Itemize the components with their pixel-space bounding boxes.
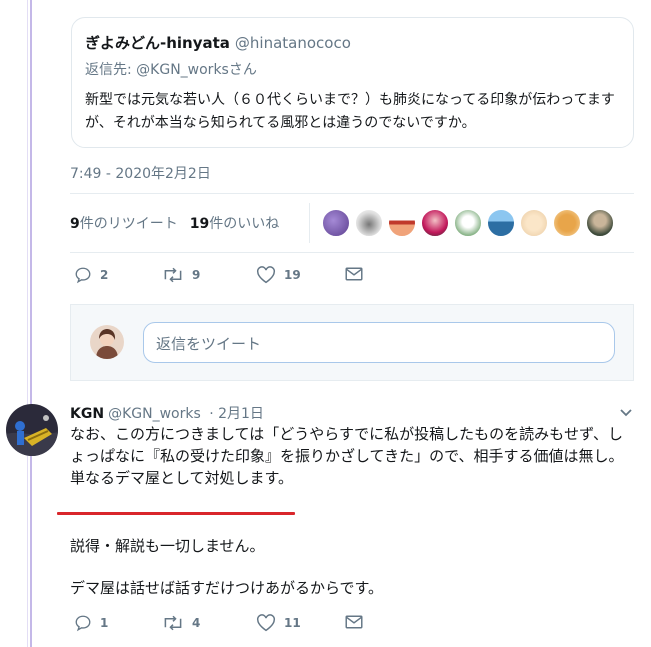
reply-icon — [75, 267, 91, 284]
retweet-stat-link[interactable]: 9件のリツイート — [70, 216, 178, 232]
reply-date[interactable]: · 2月1日 — [209, 406, 264, 422]
reply-text-paragraph: 説得・解説も一切しません。 — [70, 537, 265, 555]
retweet-stat-label: 件のリツイート — [79, 216, 178, 232]
red-underline-annotation — [57, 512, 295, 515]
like-action[interactable]: 11 — [256, 614, 301, 632]
liker-avatar[interactable] — [421, 209, 449, 237]
reply-text-paragraph: デマ屋は話せば話すだけつけあがるからです。 — [70, 579, 384, 597]
reply-text-line: なお、この方につきましては「どうやらすでに私が投稿したものを読みもせず、しょっぱ… — [70, 425, 624, 465]
envelope-icon — [345, 267, 363, 281]
reply-icon — [75, 615, 91, 632]
liker-avatar[interactable] — [520, 209, 548, 237]
reply-count: 1 — [100, 616, 109, 630]
liker-avatar[interactable] — [454, 209, 482, 237]
reply-action[interactable]: 2 — [74, 266, 108, 284]
liker-avatar[interactable] — [388, 209, 416, 237]
heart-icon — [257, 266, 275, 284]
reply-handle[interactable]: @KGN_works — [108, 406, 201, 422]
thread-line-outer — [27, 0, 28, 647]
thread-line — [30, 0, 32, 647]
chevron-down-icon[interactable] — [619, 405, 633, 419]
retweet-count: 4 — [192, 616, 201, 630]
like-stat-label: 件のいいね — [209, 216, 280, 232]
tweet-timestamp[interactable]: 7:49 - 2020年2月2日 — [70, 163, 211, 183]
reply-author-avatar[interactable] — [6, 404, 58, 456]
reply-action[interactable]: 1 — [74, 614, 108, 632]
retweet-action[interactable]: 9 — [162, 266, 200, 284]
reply-display-name[interactable]: KGN — [70, 406, 104, 422]
quoted-display-name: ぎよみどん-hinyata — [85, 34, 230, 52]
like-stat-link[interactable]: 19件のいいね — [190, 216, 279, 232]
reply-input[interactable]: 返信をツイート — [143, 322, 615, 363]
retweet-icon — [164, 615, 182, 631]
retweet-action[interactable]: 4 — [162, 614, 200, 632]
retweet-count: 9 — [192, 268, 201, 282]
reply-tweet-text: なお、この方につきましては「どうやらすでに私が投稿したものを読みもせず、しょっぱ… — [70, 423, 638, 489]
like-count: 19 — [284, 268, 301, 282]
quoted-tweet-card[interactable]: ぎよみどん-hinyata @hinatanococo 返信先: @KGN_wor… — [71, 17, 634, 148]
reply-composer: 返信をツイート — [70, 304, 634, 381]
dm-action[interactable] — [345, 266, 363, 282]
envelope-icon — [345, 615, 363, 629]
quoted-tweet-author: ぎよみどん-hinyata @hinatanococo — [85, 32, 351, 53]
like-count: 11 — [284, 616, 301, 630]
reply-input-placeholder: 返信をツイート — [156, 335, 262, 353]
liker-avatar[interactable] — [586, 209, 614, 237]
heart-icon — [257, 614, 275, 632]
engagement-stats: 9件のリツイート 19件のいいね — [70, 213, 279, 233]
current-user-avatar — [90, 325, 124, 359]
retweet-stat-count: 9 — [70, 216, 80, 232]
quoted-handle: @hinatanococo — [234, 34, 351, 52]
divider — [70, 252, 634, 253]
liker-avatar[interactable] — [355, 209, 383, 237]
reply-text-line: 単なるデマ屋として対処します。 — [70, 469, 294, 487]
like-action[interactable]: 19 — [256, 266, 301, 284]
reply-tweet-header: KGN @KGN_works · 2月1日 — [70, 403, 264, 423]
like-stat-count: 19 — [189, 216, 210, 232]
stats-separator — [309, 203, 310, 243]
liker-avatar[interactable] — [322, 209, 350, 237]
liker-avatar[interactable] — [553, 209, 581, 237]
quoted-reply-to: 返信先: @KGN_worksさん — [85, 62, 257, 78]
reply-count: 2 — [100, 268, 109, 282]
dm-action[interactable] — [345, 614, 363, 630]
liker-avatar[interactable] — [487, 209, 515, 237]
quoted-tweet-text: 新型では元気な若い人（６０代くらいまで？）も肺炎になってる印象が伝わってますが、… — [85, 92, 615, 131]
retweet-icon — [164, 267, 182, 283]
divider — [70, 193, 634, 194]
